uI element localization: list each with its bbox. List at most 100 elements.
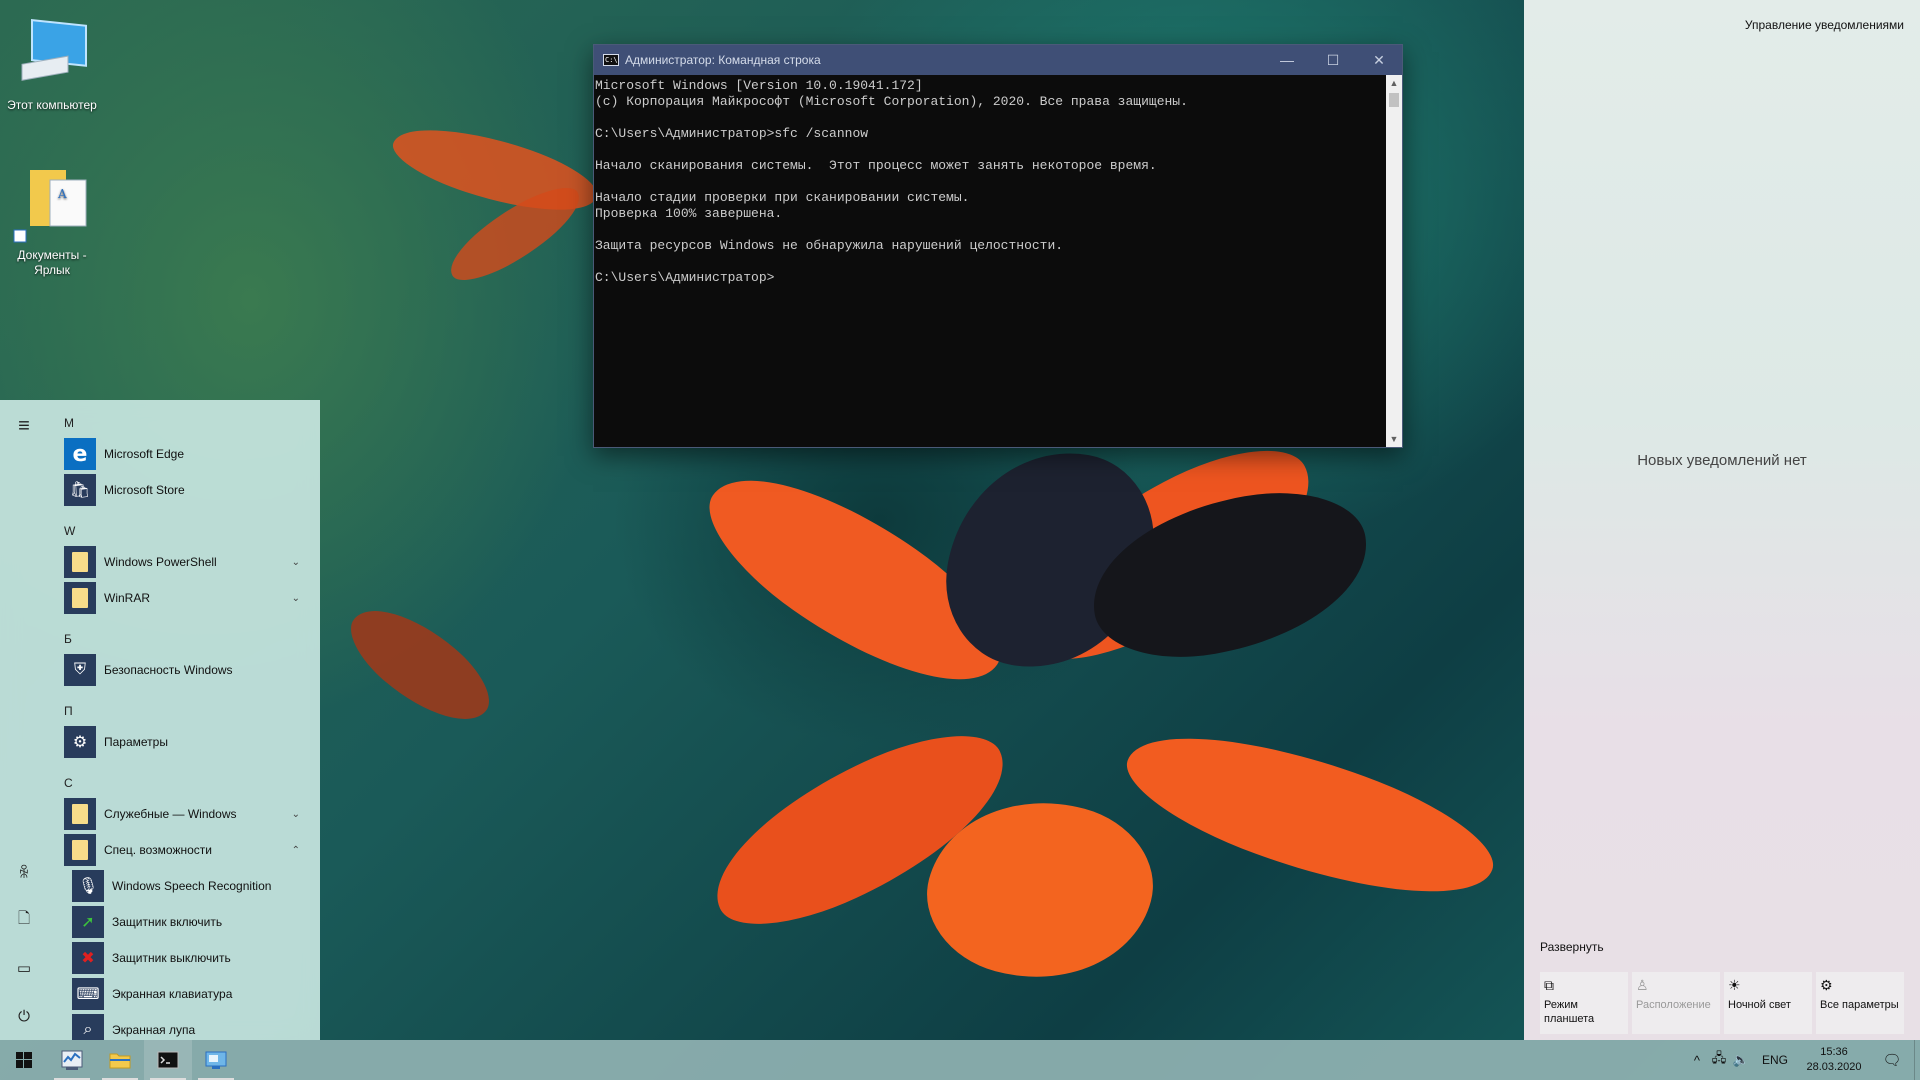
folder-icon (109, 1053, 131, 1069)
quick-action-night-light[interactable]: ☀ Ночной свет (1724, 972, 1812, 1034)
letter-header[interactable]: С (48, 760, 320, 796)
vertical-scrollbar[interactable]: ▲ ▼ (1386, 75, 1402, 447)
task-manager-icon (61, 1050, 83, 1070)
quick-actions: ⧉ Режим планшета ♙ Расположение ☀ Ночной свет… (1540, 972, 1904, 1034)
taskbar-app-task-manager[interactable] (48, 1040, 96, 1080)
letter-header[interactable]: П (48, 688, 320, 724)
action-center: Управление уведомлениями Новых уведомлен… (1524, 0, 1920, 1040)
app-item[interactable]: Служебные — Windows ⌄ (48, 796, 320, 832)
clock-date: 28.03.2020 (1806, 1061, 1862, 1073)
app-subitem[interactable]: 🎙 Windows Speech Recognition (48, 868, 320, 904)
scroll-down-icon[interactable]: ▼ (1386, 431, 1402, 447)
store-icon: 🛍 (64, 474, 96, 506)
console-line: Начало стадии проверки при сканировании … (595, 190, 970, 205)
app-item-label: Microsoft Store (104, 483, 185, 497)
expand-quick-actions-link[interactable]: Развернуть (1540, 940, 1604, 954)
documents-button[interactable]: 🗋 (12, 908, 36, 932)
quick-action-settings[interactable]: ⚙ Все параметры (1816, 972, 1904, 1034)
taskbar-app-remote-desktop[interactable] (192, 1040, 240, 1080)
hamburger-menu-button[interactable]: ≡ (12, 414, 36, 438)
power-icon: ⏻ (18, 1007, 30, 1025)
start-button[interactable] (0, 1040, 48, 1080)
desktop-icon-documents-shortcut[interactable]: A Документы - Ярлык (4, 164, 100, 278)
taskbar-app-file-explorer[interactable] (96, 1040, 144, 1080)
quick-action-label: Ночной свет (1728, 999, 1791, 1011)
letter-header[interactable]: W (48, 508, 320, 544)
show-desktop-button[interactable] (1914, 1040, 1920, 1080)
show-hidden-icons-chevron-icon[interactable]: ^ (1686, 1053, 1708, 1068)
letter-header[interactable]: M (48, 400, 320, 436)
magnifier-icon: ⌕ (72, 1014, 104, 1040)
console-output[interactable]: Microsoft Windows [Version 10.0.19041.17… (594, 75, 1386, 447)
system-tray: ^ 🖧 🔈 ENG 15:36 28.03.2020 🗨 (1686, 1040, 1920, 1080)
app-item[interactable]: e Microsoft Edge (48, 436, 320, 472)
manage-notifications-link[interactable]: Управление уведомлениями (1745, 18, 1904, 32)
cmd-app-icon: C:\ (603, 54, 619, 66)
start-rail: ≡ ꆜ 🗋 ▭ ⏻ (0, 400, 48, 1040)
app-item-label: Windows Speech Recognition (112, 879, 272, 893)
power-button[interactable]: ⏻ (12, 1004, 36, 1028)
app-item-label: Microsoft Edge (104, 447, 185, 461)
keyboard-icon: ⌨ (72, 978, 104, 1010)
scrollbar-thumb[interactable] (1389, 93, 1399, 107)
app-item[interactable]: ⛨ Безопасность Windows (48, 652, 320, 688)
taskbar-app-command-prompt[interactable] (144, 1040, 192, 1080)
minimize-button[interactable]: — (1264, 45, 1310, 75)
folder-icon (64, 798, 96, 830)
pictures-icon: ▭ (16, 960, 32, 977)
clock[interactable]: 15:36 28.03.2020 (1798, 1045, 1870, 1075)
shield-icon: ⛨ (64, 654, 96, 686)
edge-icon: e (64, 438, 96, 470)
svg-text:A: A (57, 187, 67, 201)
scroll-up-icon[interactable]: ▲ (1386, 75, 1402, 91)
start-menu: ≡ ꆜ 🗋 ▭ ⏻ Me Microsoft Edge 🛍 Microsoft Sto… (0, 400, 320, 1040)
action-center-button[interactable]: 🗨 (1870, 1051, 1914, 1069)
app-item-label: Windows PowerShell (104, 555, 217, 569)
chevron-down-icon: ⌄ (291, 556, 300, 568)
folder-icon (64, 582, 96, 614)
taskbar: ^ 🖧 🔈 ENG 15:36 28.03.2020 🗨 (0, 1040, 1920, 1080)
maximize-button[interactable]: ☐ (1310, 45, 1356, 75)
app-item[interactable]: 🛍 Microsoft Store (48, 472, 320, 508)
app-item[interactable]: ⚙ Параметры (48, 724, 320, 760)
quick-action-tablet-mode[interactable]: ⧉ Режим планшета (1540, 972, 1628, 1034)
app-item-label: Экранная лупа (112, 1023, 196, 1037)
pictures-button[interactable]: ▭ (12, 956, 36, 980)
app-subitem[interactable]: ⌨ Экранная клавиатура (48, 976, 320, 1012)
minimize-icon: — (1280, 52, 1294, 68)
app-subitem[interactable]: ➚ Защитник включить (48, 904, 320, 940)
night-light-icon: ☀ (1728, 977, 1741, 993)
console-line: C:\Users\Администратор> (595, 270, 775, 285)
app-item-label: Спец. возможности (104, 843, 212, 857)
console-line: Начало сканирования системы. Этот процес… (595, 158, 1157, 173)
app-item[interactable]: Спец. возможности ⌃ (48, 832, 320, 868)
close-button[interactable]: ✕ (1356, 45, 1402, 75)
green-arrow-icon: ➚ (72, 906, 104, 938)
app-item[interactable]: WinRAR ⌄ (48, 580, 320, 616)
window-title: Администратор: Командная строка (625, 53, 821, 67)
quick-action-location[interactable]: ♙ Расположение (1632, 972, 1720, 1034)
command-prompt-window[interactable]: C:\ Администратор: Командная строка — ☐ … (593, 44, 1403, 448)
window-titlebar[interactable]: C:\ Администратор: Командная строка — ☐ … (594, 45, 1402, 75)
app-subitem[interactable]: ✖ Защитник выключить (48, 940, 320, 976)
app-list[interactable]: Me Microsoft Edge 🛍 Microsoft Store W Windows… (48, 400, 320, 1040)
volume-icon[interactable]: 🔈 (1730, 1052, 1752, 1068)
console-line: Microsoft Windows [Version 10.0.19041.17… (595, 78, 923, 93)
app-item-label: Экранная клавиатура (112, 987, 233, 1001)
settings-icon: ⚙ (1820, 977, 1833, 993)
desktop-icon-this-pc[interactable]: Этот компьютер (4, 14, 100, 113)
gear-icon: ⚙ (64, 726, 96, 758)
desktop-icon-label: Этот компьютер (7, 98, 97, 112)
input-language-indicator[interactable]: ENG (1752, 1053, 1798, 1067)
app-subitem[interactable]: ⌕ Экранная лупа (48, 1012, 320, 1040)
clock-time: 15:36 (1820, 1046, 1848, 1058)
letter-header[interactable]: Б (48, 616, 320, 652)
user-account-button[interactable]: ꆜ (12, 860, 36, 884)
folder-shortcut-icon: A (12, 164, 92, 244)
close-icon: ✕ (1373, 51, 1385, 68)
app-item[interactable]: Windows PowerShell ⌄ (48, 544, 320, 580)
console-line: Проверка 100% завершена. (595, 206, 783, 221)
network-icon[interactable]: 🖧 (1708, 1049, 1730, 1071)
